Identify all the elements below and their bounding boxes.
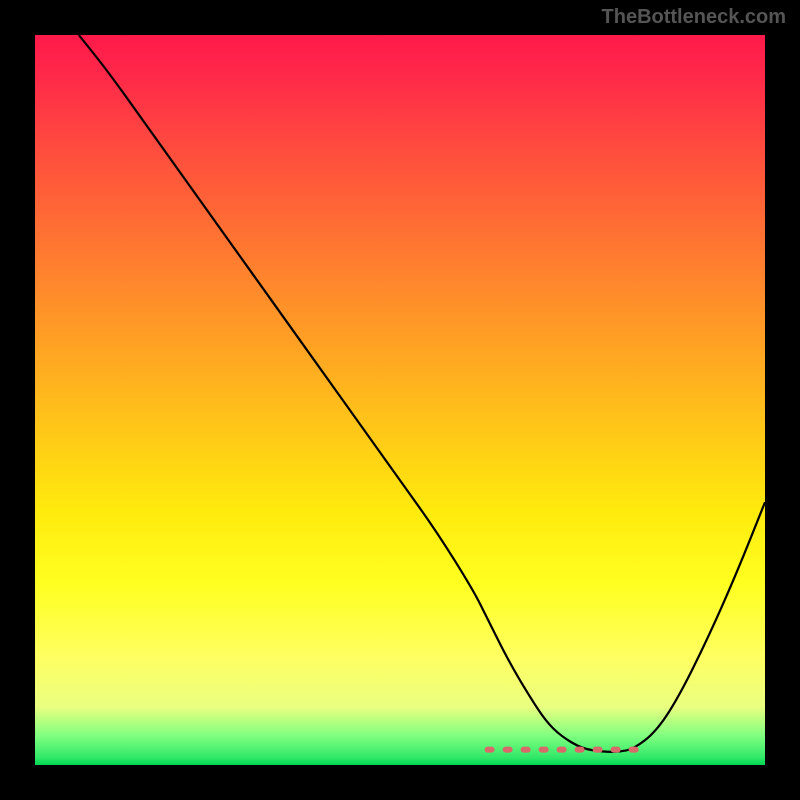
plot-area [35,35,765,765]
watermark-text: TheBottleneck.com [602,6,786,29]
bottleneck-curve [79,35,765,752]
chart-svg [35,35,765,765]
